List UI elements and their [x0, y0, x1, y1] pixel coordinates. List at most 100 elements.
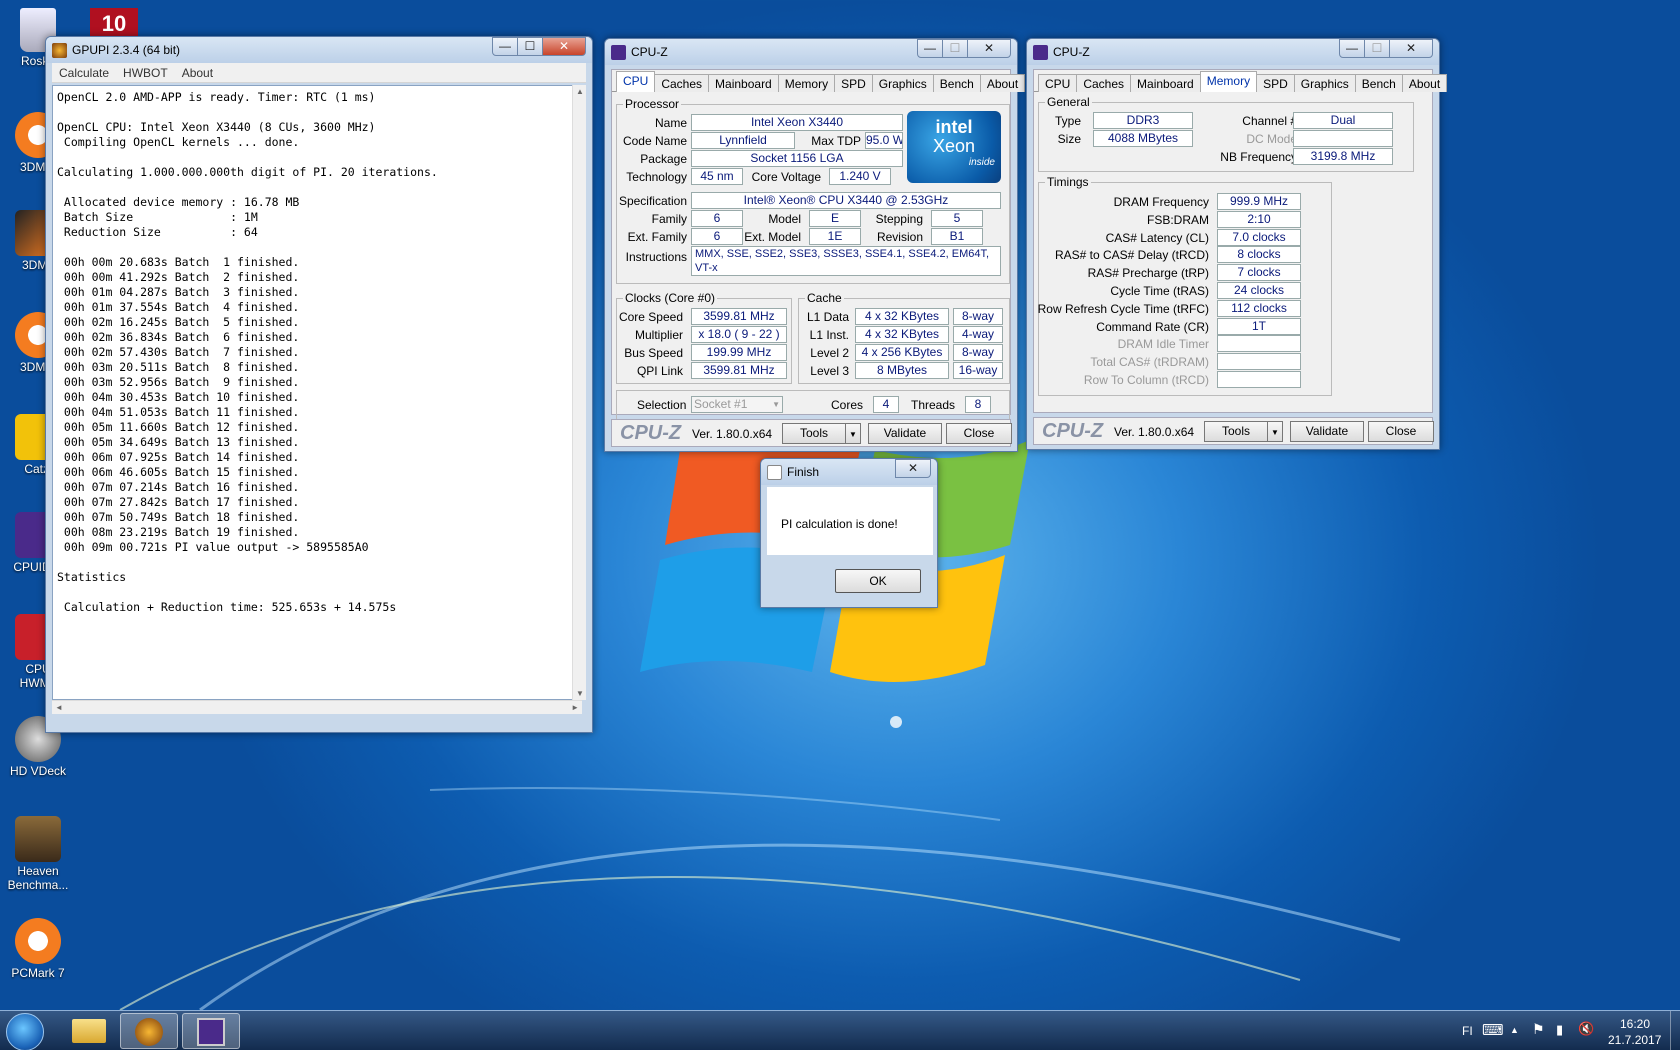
tab-memory[interactable]: Memory [777, 74, 836, 92]
extfamily-label: Ext. Family [627, 230, 687, 244]
gpupi-window[interactable]: GPUPI 2.3.4 (64 bit) — ☐ ✕ Calculate HWB… [45, 36, 593, 733]
speaker-muted-icon[interactable]: 🔇 [1578, 1021, 1594, 1037]
extmodel-value: 1E [809, 228, 861, 245]
vertical-scrollbar[interactable]: ▲ ▼ [572, 85, 586, 700]
scroll-left-icon[interactable]: ◄ [55, 703, 63, 712]
family-value: 6 [691, 210, 743, 227]
intel-logo-bottom: inside [968, 157, 995, 168]
tab-bench[interactable]: Bench [1354, 74, 1403, 92]
taskbar-explorer[interactable] [62, 1013, 116, 1049]
validate-button[interactable]: Validate [1290, 421, 1364, 442]
corevoltage-label: Core Voltage [751, 170, 821, 184]
timings-group: Timings DRAM Frequency 999.9 MHz FSB:DRAM 2… [1037, 175, 1332, 396]
close-button[interactable]: ✕ [1389, 39, 1433, 58]
horizontal-scrollbar[interactable]: ◄ ► [52, 700, 582, 714]
cpuz-cpu-window[interactable]: CPU-Z — ☐ ✕ CPU Caches Mainboard Memory … [604, 38, 1026, 452]
gpupi-console-output[interactable]: OpenCL 2.0 AMD-APP is ready. Timer: RTC … [52, 85, 582, 700]
clock-date[interactable]: 21.7.2017 [1608, 1033, 1661, 1047]
name-value: Intel Xeon X3440 [691, 114, 903, 131]
specification-label: Specification [618, 194, 687, 208]
keyboard-icon[interactable]: ⌨ [1482, 1021, 1504, 1039]
maximize-button[interactable]: ☐ [1364, 39, 1390, 58]
tab-spd[interactable]: SPD [834, 74, 873, 92]
tab-cpu[interactable]: CPU [1038, 74, 1078, 92]
tab-about[interactable]: About [1401, 74, 1448, 92]
tab-bench[interactable]: Bench [932, 74, 981, 92]
finish-dialog[interactable]: Finish ✕ PI calculation is done! OK [760, 458, 938, 608]
tab-memory[interactable]: Memory [1199, 71, 1258, 92]
close-icon: ✕ [1405, 41, 1417, 55]
close-cpuz-button[interactable]: Close [946, 423, 1012, 444]
finish-titlebar[interactable]: Finish ✕ [761, 459, 937, 485]
menu-calculate[interactable]: Calculate [52, 66, 116, 80]
start-button[interactable] [6, 1013, 44, 1050]
model-label: Model [768, 212, 801, 226]
tab-mainboard[interactable]: Mainboard [1130, 74, 1201, 92]
cpuz-titlebar[interactable]: CPU-Z — ☐ ✕ [1027, 39, 1439, 65]
show-desktop-button[interactable] [1670, 1011, 1680, 1050]
window-title: Finish [787, 465, 820, 479]
language-indicator[interactable]: FI [1462, 1024, 1473, 1038]
gpupi-titlebar[interactable]: GPUPI 2.3.4 (64 bit) — ☐ ✕ [46, 37, 592, 63]
taskbar-cpuz[interactable] [182, 1013, 240, 1049]
validate-button[interactable]: Validate [868, 423, 942, 444]
minimize-button[interactable]: — [1339, 39, 1365, 58]
gpupi-icon [135, 1018, 163, 1046]
tools-dropdown-button[interactable]: ▼ [845, 423, 861, 444]
taskbar-gpupi[interactable] [120, 1013, 178, 1049]
window-title: CPU-Z [631, 45, 668, 59]
version-label: Ver. 1.80.0.x64 [1114, 425, 1195, 439]
tab-spd[interactable]: SPD [1256, 74, 1295, 92]
cpuz-tabs: CPU Caches Mainboard Memory SPD Graphics… [612, 70, 1026, 92]
minimize-button[interactable]: — [492, 37, 518, 56]
show-hidden-icons-icon[interactable]: ▲ [1510, 1025, 1519, 1035]
close-button[interactable]: ✕ [895, 459, 931, 478]
close-button[interactable]: ✕ [967, 39, 1011, 58]
size-label: Size [1057, 132, 1081, 146]
network-signal-icon[interactable]: ▮ [1556, 1022, 1563, 1038]
cpuz-memory-window[interactable]: CPU-Z — ☐ ✕ CPU Caches Mainboard Memory … [1026, 38, 1448, 450]
scroll-up-icon[interactable]: ▲ [576, 87, 584, 96]
tools-dropdown-button[interactable]: ▼ [1267, 421, 1283, 442]
tools-button[interactable]: Tools [782, 423, 846, 444]
tab-graphics[interactable]: Graphics [871, 74, 934, 92]
scroll-right-icon[interactable]: ► [571, 703, 579, 712]
menu-about[interactable]: About [175, 66, 220, 80]
timing-label: CAS# Latency (CL) [1105, 230, 1209, 245]
tab-caches[interactable]: Caches [654, 74, 710, 92]
maximize-button[interactable]: ☐ [942, 39, 968, 58]
busspeed-label: Bus Speed [624, 346, 683, 360]
qpilink-value: 3599.81 MHz [691, 362, 787, 379]
tab-mainboard[interactable]: Mainboard [708, 74, 779, 92]
close-button[interactable]: ✕ [542, 37, 586, 56]
close-label: Close [963, 426, 995, 440]
close-cpuz-button[interactable]: Close [1368, 421, 1434, 442]
menu-hwbot[interactable]: HWBOT [116, 66, 175, 80]
package-label: Package [640, 152, 687, 166]
tools-button[interactable]: Tools [1204, 421, 1268, 442]
ok-button[interactable]: OK [835, 569, 921, 593]
tab-cpu[interactable]: CPU [616, 71, 656, 92]
close-icon: ✕ [558, 39, 570, 53]
timing-label: FSB:DRAM [1146, 212, 1209, 227]
size-value: 4088 MBytes [1093, 130, 1193, 147]
timing-label: RAS# to CAS# Delay (tRCD) [1054, 248, 1209, 263]
minimize-icon: — [499, 39, 511, 53]
tab-graphics[interactable]: Graphics [1293, 74, 1356, 92]
corespeed-value: 3599.81 MHz [691, 308, 787, 325]
clock-time[interactable]: 16:20 [1620, 1017, 1650, 1031]
tab-caches[interactable]: Caches [1076, 74, 1132, 92]
desktop-icon-heaven-benchmark[interactable]: Heaven Benchma... [0, 816, 76, 892]
tab-about[interactable]: About [979, 74, 1026, 92]
l2-label: Level 2 [810, 346, 849, 360]
desktop-icon-pcmark7[interactable]: PCMark 7 [0, 918, 76, 980]
folder-icon [72, 1019, 106, 1043]
threads-value: 8 [965, 396, 991, 413]
selection-dropdown[interactable]: Socket #1 ▼ [691, 396, 783, 413]
scroll-down-icon[interactable]: ▼ [576, 689, 584, 698]
cpuz-titlebar[interactable]: CPU-Z — ☐ ✕ [605, 39, 1017, 65]
timing-label: Row Refresh Cycle Time (tRFC) [1037, 301, 1209, 316]
minimize-button[interactable]: — [917, 39, 943, 58]
maximize-button[interactable]: ☐ [517, 37, 543, 56]
action-center-flag-icon[interactable]: ⚑ [1532, 1021, 1545, 1038]
